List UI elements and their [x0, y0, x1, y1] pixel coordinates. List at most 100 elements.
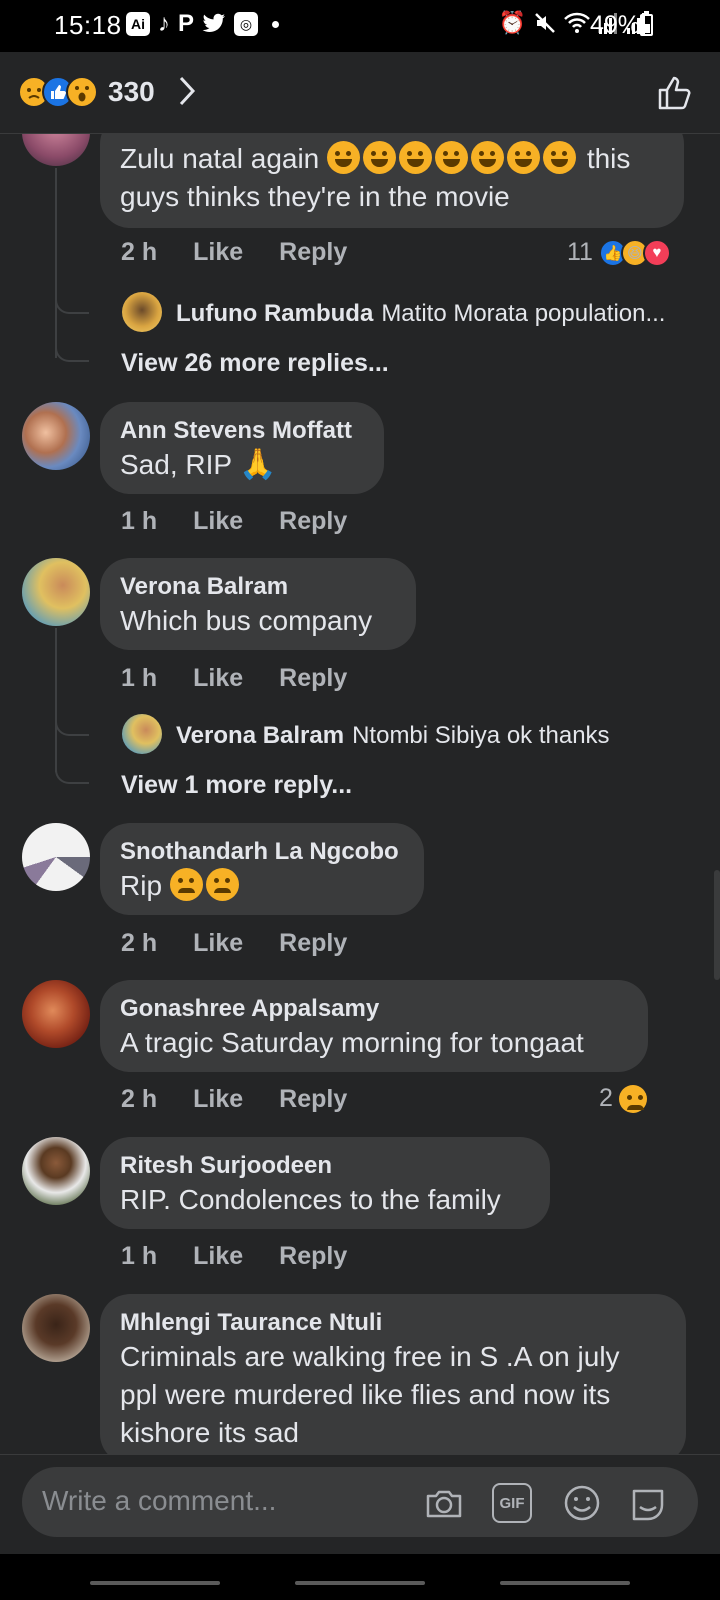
comment-reactions[interactable]: 2: [599, 1084, 650, 1113]
comment-bubble[interactable]: Ann Stevens Moffatt Sad, RIP 🙏: [100, 402, 384, 494]
comment-time: 1 h: [121, 664, 158, 692]
comment-author[interactable]: Gonashree Appalsamy: [120, 994, 628, 1024]
avatar[interactable]: [22, 402, 90, 470]
like-link[interactable]: Like: [193, 1242, 243, 1271]
avatar[interactable]: [22, 1137, 90, 1205]
pinterest-icon: P: [178, 10, 195, 37]
avatar[interactable]: [22, 823, 90, 891]
sad-reaction-icon: [618, 1084, 647, 1113]
thread-connector: [55, 284, 89, 314]
comment-actions: 1 h Like Reply: [121, 1242, 347, 1271]
comment-bubble[interactable]: Gonashree Appalsamy A tragic Saturday mo…: [100, 980, 648, 1072]
comment-actions: 1 h Like Reply: [121, 507, 347, 536]
like-link[interactable]: Like: [193, 664, 243, 693]
comment-author[interactable]: Verona Balram: [120, 572, 396, 602]
like-link[interactable]: Like: [193, 238, 243, 267]
battery-level: [643, 24, 650, 33]
comment-text: RIP. Condolences to the family: [120, 1184, 501, 1215]
reply-link[interactable]: Reply: [279, 929, 347, 958]
comment-text-part: Zulu natal again: [120, 143, 320, 174]
reply-text: Matito Morata population...: [381, 300, 666, 327]
sticker-icon[interactable]: [628, 1483, 668, 1523]
status-bar: 15:18 Ai ♪ P ◎ ⏰ 49%: [0, 0, 720, 52]
tiktok-icon: ♪: [158, 10, 170, 37]
battery-percent: 49%: [590, 11, 641, 39]
love-reaction-icon: ♥: [642, 238, 671, 267]
sad-emoji: [169, 868, 203, 901]
laughing-emoji: [507, 141, 541, 174]
thread-connector: [55, 752, 89, 784]
avatar[interactable]: [22, 980, 90, 1048]
comment-bubble[interactable]: Zulu natal again this guys thinks they'r…: [100, 134, 684, 228]
like-link[interactable]: Like: [193, 929, 243, 958]
thumbs-up-icon[interactable]: [656, 74, 694, 112]
ai-app-icon: Ai: [126, 12, 150, 36]
more-notifications-dot: [272, 20, 280, 28]
comment-author[interactable]: Ritesh Surjoodeen: [120, 1151, 530, 1181]
reaction-summary[interactable]: 330: [18, 76, 155, 108]
like-link[interactable]: Like: [193, 507, 243, 536]
alarm-icon: ⏰: [498, 10, 526, 35]
avatar[interactable]: [122, 714, 162, 754]
view-more-replies[interactable]: View 1 more reply...: [121, 771, 352, 800]
comment-bubble[interactable]: Ritesh Surjoodeen RIP. Condolences to th…: [100, 1137, 550, 1229]
comment-text: Sad, RIP 🙏: [120, 446, 364, 484]
comment-author[interactable]: Snothandarh La Ngcobo: [120, 837, 404, 867]
avatar[interactable]: [22, 134, 90, 166]
wifi-icon: [564, 12, 590, 33]
gif-icon[interactable]: GIF: [492, 1483, 532, 1523]
reply-link[interactable]: Reply: [279, 1242, 347, 1271]
thread-connector: [55, 702, 89, 736]
comment-bubble[interactable]: Snothandarh La Ngcobo Rip: [100, 823, 424, 915]
comment-text-line: kishore its sad: [120, 1417, 299, 1448]
reply-preview[interactable]: Verona Balram Ntombi Sibiya ok thanks: [176, 722, 610, 750]
folded-hands-emoji: 🙏: [239, 448, 277, 481]
comment-text: Zulu natal again this: [120, 140, 664, 178]
comment-bubble[interactable]: Mhlengi Taurance Ntuli Criminals are wal…: [100, 1294, 686, 1454]
scrollbar[interactable]: [714, 870, 720, 980]
comment-text-part: Rip: [120, 870, 163, 901]
avatar[interactable]: [22, 558, 90, 626]
avatar[interactable]: [122, 292, 162, 332]
comment-time: 1 h: [121, 1242, 158, 1270]
nav-back[interactable]: [500, 1581, 630, 1585]
reply-link[interactable]: Reply: [279, 664, 347, 693]
comment-reaction-count: 11: [567, 238, 593, 266]
mute-icon: [535, 13, 555, 33]
comment-reaction-count: 2: [599, 1084, 613, 1112]
comment-text-line: guys thinks they're in the movie: [120, 181, 510, 212]
avatar[interactable]: [22, 1294, 90, 1362]
comment-actions: 1 h Like Reply: [121, 664, 347, 693]
view-more-replies[interactable]: View 26 more replies...: [121, 349, 389, 378]
reply-preview[interactable]: Lufuno Rambuda Matito Morata population.…: [176, 300, 665, 328]
reply-link[interactable]: Reply: [279, 507, 347, 536]
laughing-emoji: [327, 141, 361, 174]
comment-input-placeholder: Write a comment...: [42, 1485, 277, 1516]
reply-link[interactable]: Reply: [279, 238, 347, 267]
comment-text-line: Criminals are walking free in S .A on ju…: [120, 1341, 620, 1372]
reply-link[interactable]: Reply: [279, 1085, 347, 1114]
thread-connector: [55, 330, 89, 362]
comment-time: 1 h: [121, 507, 158, 535]
comment-reactions[interactable]: 11 👍 😆 ♥: [567, 238, 671, 267]
comment-author[interactable]: Mhlengi Taurance Ntuli: [120, 1308, 666, 1338]
battery-icon: [640, 11, 653, 36]
reply-text: Ntombi Sibiya ok thanks: [352, 722, 610, 749]
nav-home[interactable]: [295, 1581, 425, 1585]
camera-app-icon: ◎: [234, 12, 259, 36]
emoji-icon[interactable]: [562, 1483, 602, 1523]
camera-icon[interactable]: [424, 1483, 464, 1523]
comment-text: Which bus company: [120, 605, 373, 636]
comment-input[interactable]: Write a comment... GIF: [22, 1467, 698, 1537]
comment-bubble[interactable]: Verona Balram Which bus company: [100, 558, 416, 650]
laughing-emoji: [471, 141, 505, 174]
comment-author[interactable]: Ann Stevens Moffatt: [120, 416, 364, 446]
comment-text: Rip: [120, 867, 404, 905]
comments-list[interactable]: Zulu natal again this guys thinks they'r…: [0, 134, 720, 1454]
comment-composer: Write a comment... GIF: [0, 1454, 720, 1554]
nav-recent-apps[interactable]: [90, 1581, 220, 1585]
like-link[interactable]: Like: [193, 1085, 243, 1114]
comment-text: A tragic Saturday morning for tongaat: [120, 1027, 584, 1058]
chevron-right-icon[interactable]: [176, 74, 198, 108]
laughing-emoji: [435, 141, 469, 174]
